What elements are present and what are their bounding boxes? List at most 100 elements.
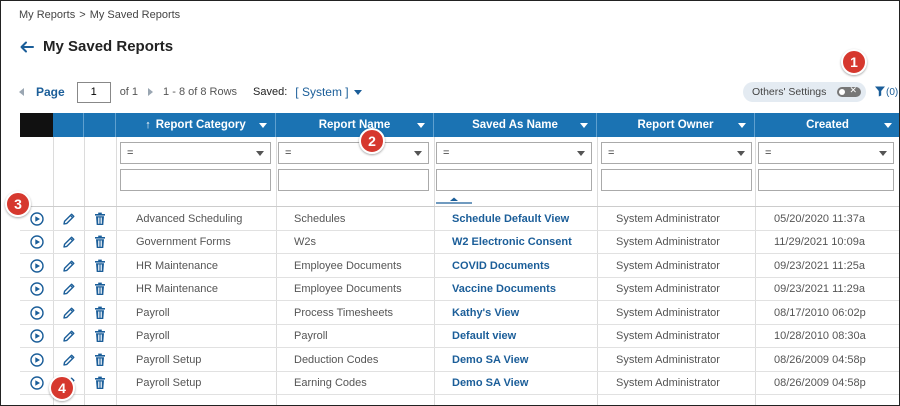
run-report-button[interactable]: [20, 325, 53, 348]
column-menu-icon[interactable]: [884, 123, 892, 128]
filter-operator-select[interactable]: =: [278, 142, 429, 164]
play-circle-icon: [29, 305, 44, 320]
sort-ascending-indicator: ↑: [145, 119, 151, 131]
header-created[interactable]: Created: [755, 113, 899, 137]
header-report-category[interactable]: ↑ Report Category: [116, 113, 276, 137]
filter-value-input[interactable]: [436, 169, 592, 191]
table-row: Payroll Setup Deduction Codes Demo SA View…: [20, 348, 899, 372]
filter-operator-select[interactable]: =: [436, 142, 592, 164]
edit-report-button[interactable]: [53, 231, 84, 254]
cell-saved-as[interactable]: W2 Electronic Consent: [452, 231, 572, 254]
delete-report-button[interactable]: [84, 231, 116, 254]
cell-category: Payroll: [136, 330, 170, 342]
trash-icon: [95, 329, 105, 342]
filter-operator-select[interactable]: =: [601, 142, 752, 164]
filter-value-input[interactable]: [758, 169, 894, 191]
column-menu-icon[interactable]: [738, 123, 746, 128]
edit-report-button[interactable]: [53, 254, 84, 277]
header-report-name[interactable]: Report Name: [276, 113, 434, 137]
table-row: Payroll Process Timesheets Kathy's View Sys…: [20, 301, 899, 325]
callout-badge-3: 3: [5, 191, 31, 217]
delete-report-button[interactable]: [84, 301, 116, 324]
row-count: 1 - 8 of 8 Rows: [163, 86, 238, 98]
delete-report-button[interactable]: [84, 372, 116, 395]
cell-report: Payroll: [294, 330, 328, 342]
header-label: Saved As Name: [472, 119, 558, 131]
cell-owner: System Administrator: [616, 330, 720, 342]
cell-created: 08/26/2009 04:58p: [774, 353, 866, 366]
column-menu-icon[interactable]: [580, 123, 588, 128]
cell-saved-as[interactable]: Default view: [452, 325, 516, 348]
play-circle-icon: [29, 211, 44, 226]
saved-filter-value: [ System ]: [295, 85, 349, 99]
filter-operator-select[interactable]: =: [120, 142, 271, 164]
play-circle-icon: [29, 235, 44, 249]
column-menu-icon[interactable]: [417, 123, 425, 128]
run-report-button[interactable]: [20, 301, 53, 324]
cell-category: Payroll Setup: [136, 377, 202, 389]
edit-report-button[interactable]: [53, 301, 84, 324]
column-menu-icon[interactable]: [259, 123, 267, 128]
edit-report-button[interactable]: [53, 207, 84, 230]
delete-report-button[interactable]: [84, 325, 116, 348]
pager: Page of 1 1 - 8 of 8 Rows Saved: [ Syste…: [19, 81, 362, 103]
page-title: My Saved Reports: [43, 38, 174, 55]
pencil-icon: [62, 260, 74, 272]
filter-row: = = = = =: [20, 137, 899, 207]
toggle-knob: [839, 89, 845, 95]
chevron-down-icon: [256, 151, 264, 156]
operator-value: =: [127, 147, 134, 159]
play-circle-icon: [29, 352, 44, 367]
cell-created: 10/28/2010 08:30a: [774, 330, 866, 342]
header-label: Report Owner: [637, 119, 714, 131]
breadcrumb-item-my-reports[interactable]: My Reports: [19, 9, 75, 21]
next-page-icon[interactable]: [148, 88, 154, 96]
filter-value-input[interactable]: [601, 169, 752, 191]
cell-saved-as[interactable]: Demo SA View: [452, 348, 528, 371]
filter-operator-select[interactable]: =: [758, 142, 894, 164]
trash-icon: [95, 306, 105, 319]
cell-saved-as[interactable]: Vaccine Documents: [452, 278, 556, 301]
arrow-left-icon[interactable]: [19, 39, 35, 55]
header-report-owner[interactable]: Report Owner: [597, 113, 755, 137]
header-label: Report Category: [155, 119, 246, 131]
toggle-switch[interactable]: ✕: [837, 85, 861, 97]
header-saved-as-name[interactable]: Saved As Name: [434, 113, 597, 137]
run-report-button[interactable]: [20, 231, 53, 254]
delete-report-button[interactable]: [84, 254, 116, 277]
operator-value: =: [608, 147, 615, 159]
run-report-button[interactable]: [20, 372, 53, 395]
run-report-button[interactable]: [20, 348, 53, 371]
prev-page-icon[interactable]: [19, 88, 24, 96]
page-number-input[interactable]: [76, 81, 111, 103]
cell-owner: System Administrator: [616, 353, 720, 366]
delete-report-button[interactable]: [84, 278, 116, 301]
edit-report-button[interactable]: [53, 348, 84, 371]
edit-report-button[interactable]: [53, 278, 84, 301]
cell-saved-as[interactable]: COVID Documents: [452, 254, 550, 277]
breadcrumb: My Reports > My Saved Reports: [19, 9, 180, 21]
cell-created: 11/29/2021 10:09a: [774, 236, 865, 248]
run-report-button[interactable]: [20, 278, 53, 301]
cell-category: Payroll: [136, 306, 170, 319]
cell-saved-as[interactable]: Kathy's View: [452, 301, 519, 324]
saved-filter-select[interactable]: [ System ]: [295, 85, 362, 99]
table-row: Government Forms W2s W2 Electronic Consent…: [20, 231, 899, 254]
chevron-down-icon: [577, 151, 585, 156]
others-settings-toggle[interactable]: Others' Settings ✕: [743, 82, 866, 102]
filter-count: (0): [886, 87, 899, 98]
delete-report-button[interactable]: [84, 348, 116, 371]
cell-report: Employee Documents: [294, 259, 402, 272]
delete-report-button[interactable]: [84, 207, 116, 230]
cell-owner: System Administrator: [616, 236, 720, 248]
filter-value-input[interactable]: [278, 169, 429, 191]
cell-saved-as[interactable]: Schedule Default View: [452, 207, 569, 230]
filter-value-input[interactable]: [120, 169, 271, 191]
collapse-filters-icon[interactable]: [436, 196, 472, 204]
cell-saved-as[interactable]: Demo SA View: [452, 372, 528, 395]
run-report-button[interactable]: [20, 254, 53, 277]
funnel-icon[interactable]: [874, 85, 886, 97]
edit-report-button[interactable]: [53, 325, 84, 348]
toggle-off-glyph: ✕: [849, 85, 857, 95]
chevron-down-icon: [414, 151, 422, 156]
